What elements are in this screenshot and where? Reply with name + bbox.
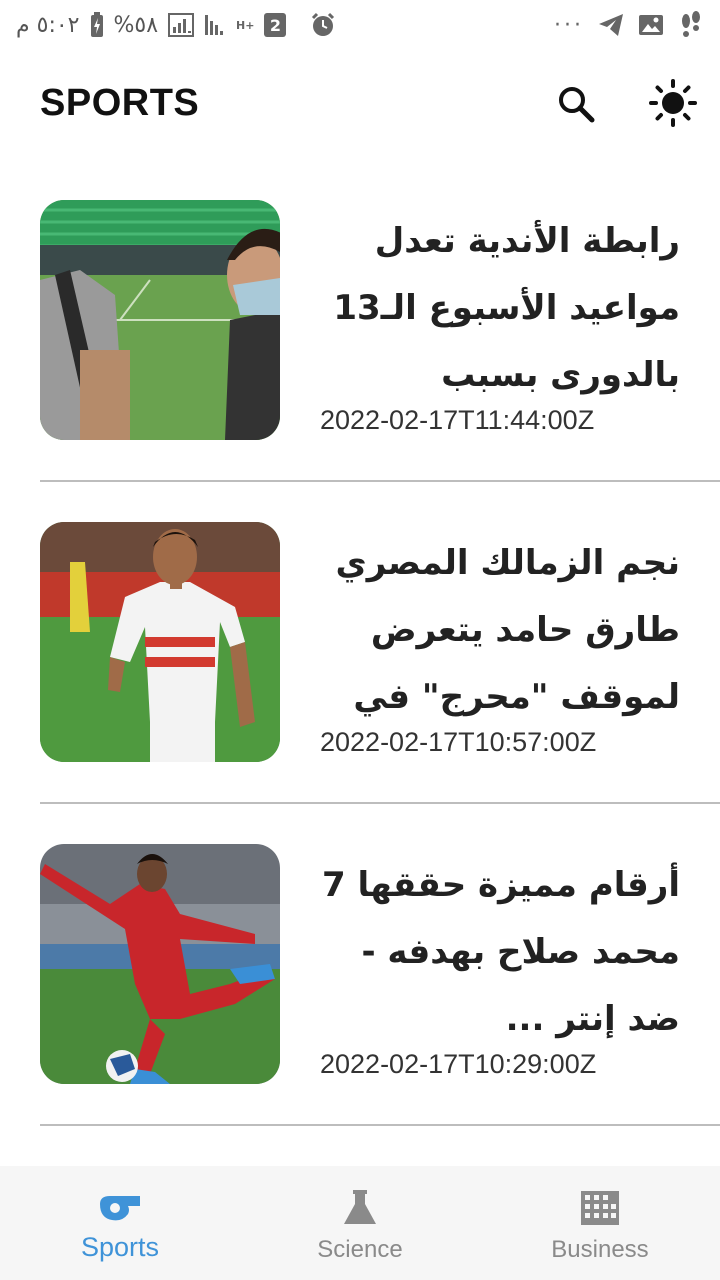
- article-headline: رابطة الأندية تعدل مواعيد الأسبوع الـ13 …: [333, 221, 680, 395]
- signal-strength-2-icon: [204, 13, 226, 37]
- article-thumbnail: [40, 200, 280, 440]
- flask-icon: [342, 1188, 378, 1228]
- status-bar-right: ···: [554, 8, 704, 42]
- search-button[interactable]: [552, 82, 600, 130]
- signal-strength-icon: [168, 13, 195, 37]
- article-date: 2022-02-17T10:57:00Z: [320, 727, 597, 757]
- article-card[interactable]: أرقام مميزة حققها 7 محمد صلاح بهدفه - ضد…: [0, 804, 720, 1126]
- theme-toggle-button[interactable]: [646, 78, 700, 132]
- nav-label: Business: [551, 1236, 649, 1263]
- more-notifications-icon: ···: [554, 12, 584, 38]
- status-bar: ٥:٠٢ م %٥٨ H+ 2 ···: [0, 0, 720, 50]
- nav-label: Science: [317, 1236, 403, 1263]
- battery-charging-icon: [90, 12, 104, 38]
- building-icon: [580, 1188, 620, 1228]
- article-date: 2022-02-17T10:29:00Z: [320, 1049, 597, 1079]
- nav-item-sports[interactable]: Sports: [0, 1166, 240, 1280]
- article-headline: نجم الزمالك المصري طارق حامد يتعرض لموقف…: [335, 543, 680, 717]
- article-card[interactable]: رابطة الأندية تعدل مواعيد الأسبوع الـ13 …: [0, 160, 720, 482]
- article-headline: أرقام مميزة حققها 7 محمد صلاح بهدفه - ضد…: [322, 865, 680, 1039]
- sim-slot-badge: 2: [264, 13, 287, 37]
- alarm-icon: [310, 12, 336, 38]
- network-type-icon: H+: [236, 18, 255, 32]
- article-date: 2022-02-17T11:44:00Z: [320, 405, 595, 435]
- article-card[interactable]: [0, 1126, 720, 1172]
- nav-label: Sports: [80, 1232, 160, 1262]
- status-bar-left: ٥:٠٢ م %٥٨ H+ 2: [16, 8, 336, 42]
- gallery-icon: [638, 13, 664, 37]
- article-thumbnail: [40, 522, 280, 762]
- telegram-icon: [598, 13, 624, 37]
- page-title: SPORTS: [40, 82, 200, 124]
- bottom-navigation: Sports Science Business: [0, 1166, 720, 1280]
- article-thumbnail: [40, 844, 280, 1084]
- article-card[interactable]: نجم الزمالك المصري طارق حامد يتعرض لموقف…: [0, 482, 720, 804]
- footsteps-icon: [678, 11, 704, 39]
- brightness-icon: [648, 78, 698, 132]
- nav-item-science[interactable]: Science: [240, 1166, 480, 1280]
- search-icon: [556, 84, 596, 128]
- whistle-icon: [98, 1188, 142, 1228]
- nav-item-business[interactable]: Business: [480, 1166, 720, 1280]
- battery-percent: %٥٨: [113, 12, 159, 38]
- app-bar: SPORTS: [0, 60, 720, 150]
- clock: ٥:٠٢ م: [16, 12, 80, 38]
